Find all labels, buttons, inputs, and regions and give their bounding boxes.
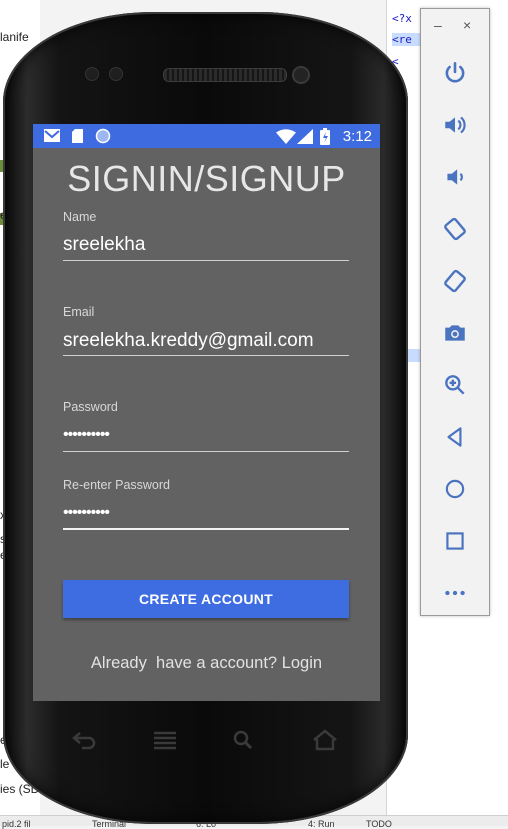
- light-sensor: [109, 67, 123, 81]
- create-account-button[interactable]: CREATE ACCOUNT: [63, 580, 349, 618]
- front-camera: [292, 66, 310, 84]
- zoom-icon[interactable]: [437, 367, 473, 403]
- status-time: 3:12: [342, 128, 372, 145]
- wifi-icon: [276, 129, 296, 149]
- minimize-button[interactable]: –: [434, 17, 442, 33]
- password-field[interactable]: ••••••••••: [63, 426, 110, 444]
- search-key-icon[interactable]: [227, 726, 261, 754]
- volume-down-icon[interactable]: [437, 159, 473, 195]
- earpiece-speaker: [163, 68, 287, 82]
- volume-up-icon[interactable]: [437, 107, 473, 143]
- status-bar: 3:12: [33, 124, 380, 148]
- ide-bottom-tab[interactable]: TODO: [366, 819, 392, 829]
- rotate-left-icon[interactable]: [437, 211, 473, 247]
- name-underline: [63, 260, 349, 261]
- rotate-right-icon[interactable]: [437, 263, 473, 299]
- password-label: Password: [63, 400, 118, 414]
- proximity-sensor: [85, 67, 99, 81]
- ide-project-tree-item[interactable]: lanife: [0, 30, 29, 44]
- camera-icon[interactable]: [437, 315, 473, 351]
- xml-tag-start: <?x: [392, 12, 412, 25]
- reenter-password-underline: [63, 528, 349, 530]
- reenter-password-label: Re-enter Password: [63, 478, 170, 492]
- menu-key-icon[interactable]: [148, 726, 182, 754]
- more-icon[interactable]: [437, 575, 473, 611]
- back-key-icon[interactable]: [67, 726, 101, 754]
- power-icon[interactable]: [437, 55, 473, 91]
- name-label: Name: [63, 210, 97, 224]
- xml-tag-start: <re: [392, 33, 412, 46]
- close-button[interactable]: ×: [463, 17, 471, 33]
- sync-circle-icon: [95, 128, 111, 149]
- password-underline: [63, 451, 349, 452]
- sd-card-icon: [71, 128, 84, 149]
- back-icon[interactable]: [437, 419, 473, 455]
- home-icon[interactable]: [437, 471, 473, 507]
- ide-project-tree-item[interactable]: le: [0, 757, 9, 771]
- name-field[interactable]: sreelekha: [63, 234, 145, 256]
- home-key-icon[interactable]: [308, 726, 342, 754]
- login-link[interactable]: Already have a account? Login: [33, 654, 380, 673]
- ide-bottom-tab[interactable]: pid.2 fil: [2, 819, 31, 829]
- email-label: Email: [63, 305, 95, 319]
- reenter-password-field[interactable]: ••••••••••: [63, 504, 110, 522]
- email-underline: [63, 355, 349, 356]
- overview-icon[interactable]: [437, 523, 473, 559]
- signal-icon: [297, 129, 313, 149]
- ide-bottom-tab[interactable]: 4: Run: [308, 819, 335, 829]
- gmail-icon: [43, 128, 61, 148]
- email-field[interactable]: sreelekha.kreddy@gmail.com: [63, 330, 314, 352]
- battery-icon: [320, 128, 330, 150]
- emulator-toolbar: – ×: [420, 8, 490, 616]
- phone-screen: 3:12 SIGNIN/SIGNUP Name sreelekha Email …: [33, 124, 380, 701]
- page-title: SIGNIN/SIGNUP: [67, 158, 346, 199]
